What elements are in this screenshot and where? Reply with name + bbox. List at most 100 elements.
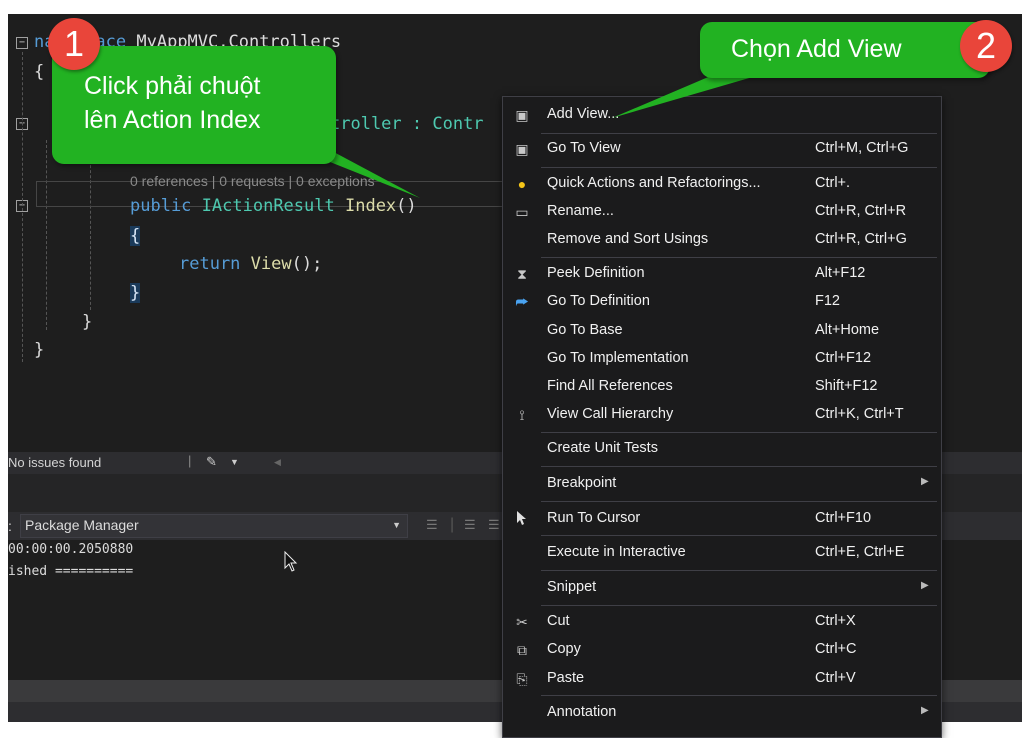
view-call: View — [250, 254, 292, 274]
menu-item-breakpoint[interactable]: Breakpoint ▶ — [503, 470, 941, 498]
menu-item-find-all-references[interactable]: Find All References Shift+F12 — [503, 373, 941, 401]
menu-item-label: Annotation — [547, 704, 617, 720]
action-index-name[interactable]: Index — [345, 196, 396, 216]
submenu-arrow-icon: ▶ — [921, 705, 929, 716]
editor-context-menu: ▣ Add View... ▣ Go To View Ctrl+M, Ctrl+… — [502, 96, 942, 738]
output-source-select[interactable]: Package Manager ▼ — [20, 514, 408, 538]
menu-item-shortcut: Ctrl+C — [815, 641, 857, 657]
menu-item-go-to-definition[interactable]: ⮫ Go To Definition F12 — [503, 288, 941, 316]
align-right-icon[interactable]: ☰ — [488, 517, 500, 533]
menu-item-label: Copy — [547, 641, 581, 657]
output-line: 00:00:00.2050880 — [8, 542, 134, 557]
toolbar-separator: | — [450, 516, 455, 533]
base-class-fragment: Contr — [432, 114, 484, 134]
menu-item-create-unit-tests[interactable]: Create Unit Tests — [503, 435, 941, 463]
menu-item-shortcut: Shift+F12 — [815, 378, 878, 394]
menu-item-shortcut: Ctrl+E, Ctrl+E — [815, 544, 905, 560]
code-line-method[interactable]: public IActionResult Index() — [130, 196, 417, 216]
scroll-left-icon[interactable]: ◀ — [274, 457, 281, 468]
go-to-definition-icon: ⮫ — [515, 294, 529, 310]
namespace-close-brace: } — [34, 340, 45, 360]
menu-item-add-view[interactable]: ▣ Add View... — [503, 101, 941, 129]
menu-separator — [541, 167, 937, 168]
indent-guide — [46, 140, 47, 330]
menu-item-label: Rename... — [547, 203, 614, 219]
callout-step-1: Click phải chuột lên Action Index — [52, 46, 336, 164]
callout-step-2: Chọn Add View — [700, 22, 990, 78]
menu-item-label: Add View... — [547, 106, 620, 122]
codelens-references[interactable]: 0 references | 0 requests | 0 exceptions — [130, 173, 375, 189]
method-close-brace: } — [130, 283, 141, 303]
menu-item-label: Create Unit Tests — [547, 440, 658, 456]
menu-item-peek-definition[interactable]: ⧗ Peek Definition Alt+F12 — [503, 260, 941, 288]
scissors-icon: ✂ — [516, 614, 528, 630]
code-line-class: troller : Contr — [330, 114, 484, 134]
menu-item-label: Find All References — [547, 378, 673, 394]
menu-item-remove-sort-usings[interactable]: Remove and Sort Usings Ctrl+R, Ctrl+G — [503, 226, 941, 254]
menu-item-label: Execute in Interactive — [547, 544, 686, 560]
output-source-value: Package Manager — [25, 517, 139, 533]
menu-item-go-to-implementation[interactable]: Go To Implementation Ctrl+F12 — [503, 345, 941, 373]
menu-item-label: Go To View — [547, 140, 621, 156]
menu-item-rename[interactable]: ▭ Rename... Ctrl+R, Ctrl+R — [503, 198, 941, 226]
fold-toggle-namespace[interactable]: − — [16, 37, 28, 49]
menu-separator — [541, 501, 937, 502]
align-left-icon[interactable]: ☰ — [464, 517, 476, 533]
brush-icon[interactable]: ✎ — [206, 454, 217, 470]
clear-output-icon[interactable]: ☰ — [426, 517, 438, 533]
menu-item-cut[interactable]: ✂ Cut Ctrl+X — [503, 608, 941, 636]
menu-item-label: Go To Implementation — [547, 350, 689, 366]
output-line: ished ========== — [8, 564, 134, 579]
menu-item-go-to-base[interactable]: Go To Base Alt+Home — [503, 317, 941, 345]
public-keyword: public — [130, 196, 192, 216]
menu-item-shortcut: Ctrl+F10 — [815, 510, 872, 526]
menu-item-run-to-cursor[interactable]: Run To Cursor Ctrl+F10 — [503, 505, 941, 533]
class-close-brace: } — [82, 312, 93, 332]
menu-item-shortcut: Ctrl+K, Ctrl+T — [815, 406, 904, 422]
menu-separator — [541, 133, 937, 134]
menu-item-label: Go To Definition — [547, 293, 650, 309]
code-line-namespace-close: } — [34, 340, 44, 360]
menu-item-shortcut: Ctrl+M, Ctrl+G — [815, 140, 909, 156]
menu-item-snippet[interactable]: Snippet ▶ — [503, 574, 941, 602]
menu-item-label: Quick Actions and Refactorings... — [547, 175, 761, 191]
menu-item-copy[interactable]: ⧉ Copy Ctrl+C — [503, 636, 941, 664]
chevron-down-icon[interactable]: ▼ — [230, 457, 239, 467]
lightbulb-icon: ● — [517, 176, 527, 192]
menu-item-shortcut: Ctrl+X — [815, 613, 856, 629]
code-line-open-brace: { — [34, 62, 44, 82]
rename-icon: ▭ — [515, 204, 529, 220]
menu-item-execute-in-interactive[interactable]: Execute in Interactive Ctrl+E, Ctrl+E — [503, 539, 941, 567]
menu-item-paste[interactable]: ⎘ Paste Ctrl+V — [503, 665, 941, 693]
code-line-method-close: } — [130, 283, 141, 303]
go-to-view-icon: ▣ — [515, 141, 529, 157]
menu-item-view-call-hierarchy[interactable]: ⟟ View Call Hierarchy Ctrl+K, Ctrl+T — [503, 401, 941, 429]
menu-item-label: Breakpoint — [547, 475, 617, 491]
menu-item-label: Run To Cursor — [547, 510, 641, 526]
menu-item-go-to-view[interactable]: ▣ Go To View Ctrl+M, Ctrl+G — [503, 135, 941, 163]
return-rest: (); — [291, 254, 323, 274]
menu-separator — [541, 570, 937, 571]
menu-item-label: Paste — [547, 670, 585, 686]
issues-status[interactable]: No issues found — [8, 455, 101, 470]
menu-item-label: Remove and Sort Usings — [547, 231, 709, 247]
callout-1-line1: Click phải chuột — [84, 72, 261, 100]
menu-item-quick-actions[interactable]: ● Quick Actions and Refactorings... Ctrl… — [503, 170, 941, 198]
callout-2-text: Chọn Add View — [731, 35, 902, 63]
menu-item-shortcut: F12 — [815, 293, 840, 309]
step-1-badge: 1 — [48, 18, 100, 70]
code-line-class-close: } — [82, 312, 92, 332]
step-2-badge: 2 — [960, 20, 1012, 72]
menu-separator — [541, 432, 937, 433]
method-parens: () — [396, 196, 417, 216]
chevron-down-icon[interactable]: ▼ — [392, 520, 401, 530]
menu-separator — [541, 695, 937, 696]
menu-item-label: Snippet — [547, 579, 597, 595]
submenu-arrow-icon: ▶ — [921, 476, 929, 487]
menu-item-annotation[interactable]: Annotation ▶ — [503, 699, 941, 727]
cursor-arrow-icon — [513, 510, 531, 528]
menu-item-shortcut: Alt+F12 — [815, 265, 866, 281]
call-hierarchy-icon: ⟟ — [519, 407, 525, 423]
pkg-prefix: : — [8, 518, 12, 534]
class-name-fragment: troller : — [330, 114, 433, 134]
